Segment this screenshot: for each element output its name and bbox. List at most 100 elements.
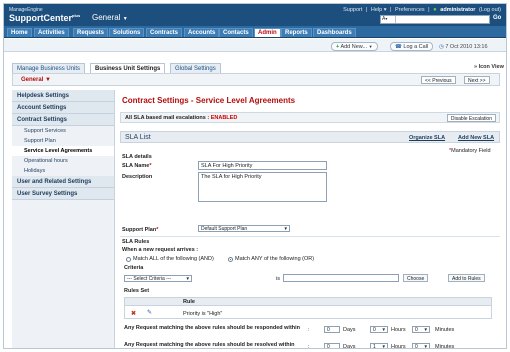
chevron-down-icon: ▼ xyxy=(368,44,373,49)
delete-icon[interactable]: ✖ xyxy=(131,310,136,317)
sidebar-item-user-related-settings[interactable]: User and Related Settings xyxy=(12,176,114,188)
rule-text: Priority is "High" xyxy=(183,311,223,317)
resolve-days-input[interactable]: 0 xyxy=(324,343,340,348)
add-new-sla-link[interactable]: Add New SLA xyxy=(458,135,494,141)
add-to-rules-button[interactable]: Add to Rules xyxy=(448,274,485,282)
support-plan-select[interactable]: Default Support Plan ▼ xyxy=(198,225,290,232)
support-link[interactable]: Support xyxy=(343,7,362,13)
username: administrator xyxy=(440,7,476,13)
resolve-hours-select[interactable]: 1 ▼ xyxy=(370,343,388,349)
tab-reports[interactable]: Reports xyxy=(281,28,312,37)
respond-hours-select[interactable]: 0 ▼ xyxy=(370,326,388,333)
is-label: is xyxy=(276,276,280,282)
tab-solutions[interactable]: Solutions xyxy=(109,28,145,37)
required-star: * xyxy=(149,163,152,169)
sidebar-item-user-survey-settings[interactable]: User Survey Settings xyxy=(12,188,114,200)
tab-contacts[interactable]: Contacts xyxy=(219,28,253,37)
escalation-label: All SLA based mail escalations : xyxy=(125,115,210,121)
chevron-down-icon: ▼ xyxy=(185,276,190,281)
current-datetime: ◷ 7 Oct 2010 13:16 xyxy=(439,44,488,50)
tab-admin[interactable]: Admin xyxy=(254,28,281,37)
chevron-down-icon: ▼ xyxy=(122,16,128,22)
resolve-minutes-select[interactable]: 0 ▼ xyxy=(412,343,430,349)
sidebar-item-support-plan[interactable]: Support Plan xyxy=(12,136,114,146)
sla-name-label: SLA Name* xyxy=(122,163,151,169)
unit-toolbar: General ▼ << Previous Next >> xyxy=(12,73,500,86)
chevron-down-icon: ▼ xyxy=(423,344,428,349)
hours-label: Hours xyxy=(391,327,406,333)
chevron-down-icon: ▼ xyxy=(283,226,288,231)
product-selector[interactable]: General ▼ xyxy=(92,13,128,22)
sla-list-header: SLA List Organize SLA Add New SLA xyxy=(120,131,500,143)
table-row: ✖ ✎ Priority is "High" xyxy=(125,307,491,319)
sidebar-item-contract-settings[interactable]: Contract Settings xyxy=(12,114,114,126)
product-name: General xyxy=(92,13,121,22)
escalation-state: ENABLED xyxy=(210,115,238,121)
criteria-select[interactable]: --- Select Criteria --- ▼ xyxy=(124,275,192,282)
escalation-status: All SLA based mail escalations : ENABLED xyxy=(125,115,237,121)
search-scope-select[interactable]: A▾ xyxy=(382,16,396,23)
match-all-radio[interactable] xyxy=(126,257,131,262)
online-status-icon: ● xyxy=(433,7,437,13)
search-go-button[interactable]: Go xyxy=(493,15,501,21)
sidebar-item-account-settings[interactable]: Account Settings xyxy=(12,102,114,114)
sla-rules-heading: SLA Rules xyxy=(122,239,150,245)
logout-link[interactable]: (Log out) xyxy=(479,7,501,13)
separator: | xyxy=(365,7,368,13)
organize-sla-link[interactable]: Organize SLA xyxy=(409,135,445,141)
brand-logo[interactable]: SupportCenterplus xyxy=(9,13,80,23)
match-any-radio[interactable] xyxy=(228,257,233,262)
tab-business-unit-settings[interactable]: Business Unit Settings xyxy=(90,63,166,73)
disable-escalation-button[interactable]: Disable Escalation xyxy=(446,114,496,122)
icon-view-link[interactable]: » Icon View xyxy=(474,64,504,70)
sidebar-item-service-level-agreements[interactable]: Service Level Agreements xyxy=(12,146,114,156)
tab-dashboards[interactable]: Dashboards xyxy=(313,28,356,37)
tab-requests[interactable]: Requests xyxy=(73,28,109,37)
criteria-value-field[interactable] xyxy=(283,274,399,282)
sidebar-item-holidays[interactable]: Holidays xyxy=(12,166,114,176)
tab-manage-business-units[interactable]: Manage Business Units xyxy=(12,63,86,73)
clock-icon: ◷ xyxy=(439,44,444,50)
resolve-hours-value: 1 xyxy=(373,344,376,349)
separator: | xyxy=(428,7,430,13)
log-call-button[interactable]: ☎ Log a Call xyxy=(390,42,434,51)
add-new-button[interactable]: + Add New... ▼ xyxy=(331,42,378,51)
brand-sup: plus xyxy=(72,13,81,18)
respond-days-input[interactable]: 0 xyxy=(324,326,340,333)
days-label: Days xyxy=(343,344,356,349)
tab-accounts[interactable]: Accounts xyxy=(184,28,220,37)
log-call-label: Log a Call xyxy=(403,44,429,50)
respond-within-label: Any Request matching the above rules sho… xyxy=(124,325,301,331)
days-label: Days xyxy=(343,327,356,333)
sidebar-item-helpdesk-settings[interactable]: Helpdesk Settings xyxy=(12,90,114,102)
respond-minutes-value: 0 xyxy=(415,327,418,333)
tab-global-settings[interactable]: Global Settings xyxy=(170,63,221,73)
respond-minutes-select[interactable]: 0 ▼ xyxy=(412,326,430,333)
tab-activities[interactable]: Activities xyxy=(34,28,69,37)
sidebar-item-support-services[interactable]: Support Services xyxy=(12,126,114,136)
support-plan-value: Default Support Plan xyxy=(201,226,248,232)
separator: | xyxy=(390,7,392,13)
tab-home[interactable]: Home xyxy=(7,28,32,37)
choose-button[interactable]: Choose xyxy=(403,274,429,282)
sidebar-item-operational-hours[interactable]: Operational hours xyxy=(12,156,114,166)
business-unit-dropdown[interactable]: General ▼ xyxy=(21,77,51,83)
when-request-arrives-label: When a new request arrives : xyxy=(122,247,199,253)
rule-column-header: Rule xyxy=(183,299,195,305)
support-plan-text: Support Plan xyxy=(122,227,157,233)
chevron-down-icon: ▼ xyxy=(381,344,386,349)
tab-contracts[interactable]: Contracts xyxy=(146,28,183,37)
escalation-bar: All SLA based mail escalations : ENABLED… xyxy=(120,112,500,123)
sla-details-heading: SLA details xyxy=(122,154,152,160)
minutes-label: Minutes xyxy=(435,344,455,349)
chevron-down-icon: ▾ xyxy=(385,16,388,21)
resolve-within-label: Any Request matching the above rules sho… xyxy=(124,342,295,348)
preferences-link[interactable]: Preferences xyxy=(395,7,425,13)
next-button[interactable]: Next >> xyxy=(464,76,490,84)
previous-button[interactable]: << Previous xyxy=(421,76,456,84)
search-input[interactable]: A▾ xyxy=(380,15,490,24)
sla-name-field[interactable]: SLA For High Priority xyxy=(198,161,327,170)
edit-icon[interactable]: ✎ xyxy=(147,309,152,316)
help-link[interactable]: Help ▾ xyxy=(371,7,387,13)
description-field[interactable]: The SLA for High Priority xyxy=(198,172,327,202)
